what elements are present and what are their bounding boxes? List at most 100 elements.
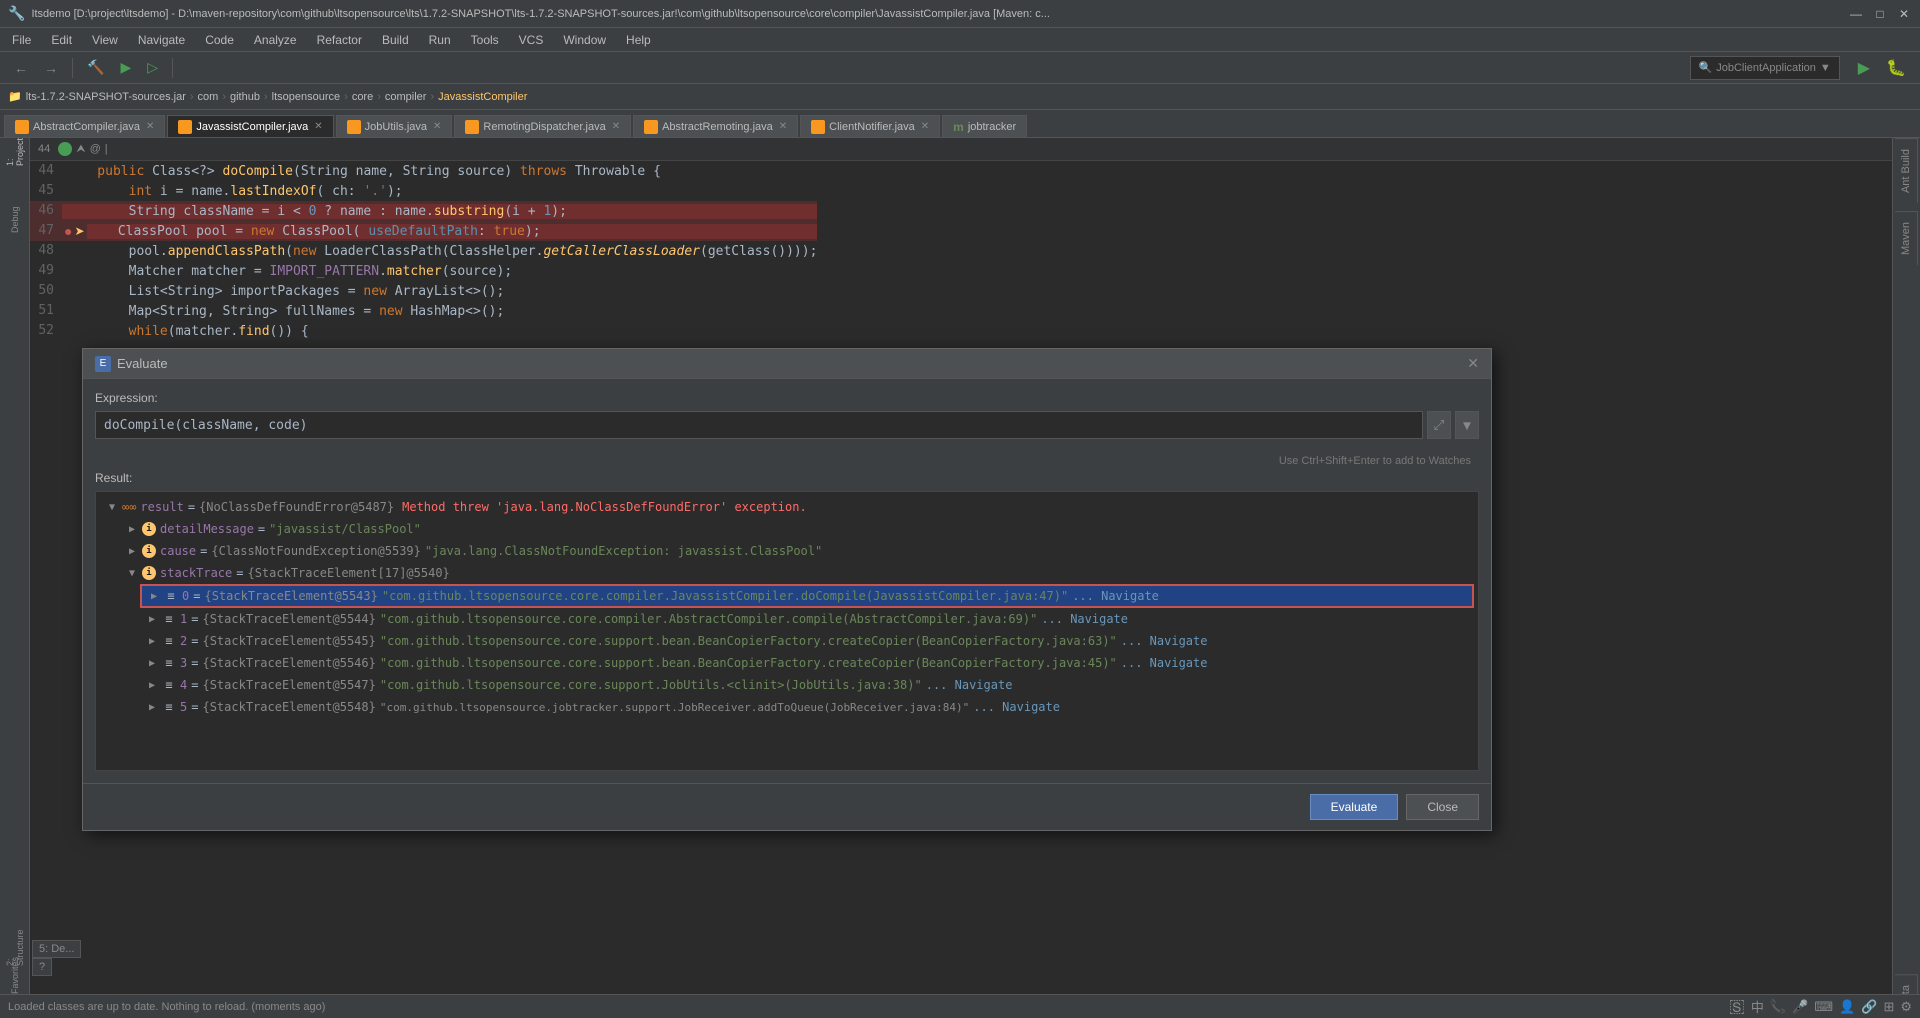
- navigate-5-link[interactable]: ... Navigate: [973, 700, 1060, 714]
- tab-job-utils[interactable]: JobUtils.java ✕: [336, 115, 453, 137]
- tab-abstract-compiler[interactable]: AbstractCompiler.java ✕: [4, 115, 165, 137]
- result-stack-0[interactable]: ▶ ≡ 0 = {StackTraceElement@5543} "com.gi…: [140, 584, 1474, 608]
- menu-edit[interactable]: Edit: [43, 31, 80, 49]
- sidebar-favorites[interactable]: Favorites: [5, 966, 25, 986]
- sidebar-debug[interactable]: Debug: [5, 210, 25, 230]
- breadcrumb-com[interactable]: com: [198, 91, 219, 103]
- forward-btn[interactable]: →: [38, 58, 64, 78]
- tab-close-abstract-compiler[interactable]: ✕: [146, 121, 154, 132]
- tray-mic-icon[interactable]: 🎤: [1792, 999, 1808, 1015]
- left-sidebar: 1: Project Debug 2: Structure Favorites …: [0, 138, 30, 1018]
- expand-stack2-btn[interactable]: ▶: [144, 633, 160, 649]
- menu-vcs[interactable]: VCS: [511, 31, 552, 49]
- tab-javassist-compiler[interactable]: JavassistCompiler.java ✕: [167, 115, 333, 137]
- tab-jobtracker[interactable]: m jobtracker: [942, 115, 1027, 137]
- tray-phone-icon[interactable]: 📞: [1770, 999, 1786, 1015]
- dialog-title: E Evaluate: [95, 356, 168, 372]
- breadcrumb-class[interactable]: JavassistCompiler: [438, 91, 527, 103]
- tray-apps-icon[interactable]: ⊞: [1883, 999, 1894, 1015]
- tray-settings-icon[interactable]: ⚙: [1900, 999, 1912, 1015]
- expand-stack3-btn[interactable]: ▶: [144, 655, 160, 671]
- result-stack-3[interactable]: ▶ ≡ 3 = {StackTraceElement@5546} "com.gi…: [140, 652, 1474, 674]
- expr-dropdown-btn[interactable]: ▼: [1455, 411, 1479, 439]
- sidebar-structure[interactable]: 2: Structure: [5, 938, 25, 958]
- result-stack-2[interactable]: ▶ ≡ 2 = {StackTraceElement@5545} "com.gi…: [140, 630, 1474, 652]
- expression-input[interactable]: [95, 411, 1423, 439]
- menu-view[interactable]: View: [84, 31, 126, 49]
- back-btn[interactable]: ←: [8, 58, 34, 78]
- menu-run[interactable]: Run: [421, 31, 459, 49]
- tab-abstract-remoting[interactable]: AbstractRemoting.java ✕: [633, 115, 798, 137]
- expand-stack0-btn[interactable]: ▶: [146, 588, 162, 604]
- expand-stack1-btn[interactable]: ▶: [144, 611, 160, 627]
- tab-close-client-notifier[interactable]: ✕: [921, 121, 929, 132]
- expand-stack5-btn[interactable]: ▶: [144, 699, 160, 715]
- menu-analyze[interactable]: Analyze: [246, 31, 305, 49]
- info-icon-detail: i: [142, 522, 156, 536]
- menu-refactor[interactable]: Refactor: [309, 31, 370, 49]
- tray-lang-icon[interactable]: 中: [1751, 997, 1764, 1016]
- help-btn[interactable]: ?: [32, 958, 52, 976]
- sidebar-project[interactable]: 1: Project: [5, 142, 25, 162]
- expand-cause-btn[interactable]: ▶: [124, 543, 140, 559]
- result-stack-1[interactable]: ▶ ≡ 1 = {StackTraceElement@5544} "com.gi…: [140, 608, 1474, 630]
- breadcrumb-jar[interactable]: lts-1.7.2-SNAPSHOT-sources.jar: [26, 91, 186, 103]
- tab-close-javassist-compiler[interactable]: ✕: [314, 121, 322, 132]
- maven-tab[interactable]: Maven: [1895, 211, 1918, 265]
- close-btn[interactable]: ✕: [1896, 6, 1912, 22]
- expand-detail-btn[interactable]: ▶: [124, 521, 140, 537]
- tray-keyboard-icon[interactable]: ⌨: [1814, 999, 1833, 1015]
- breadcrumb-core[interactable]: core: [352, 91, 373, 103]
- tab-close-abstract-remoting[interactable]: ✕: [779, 121, 787, 132]
- navigate-4-link[interactable]: ... Navigate: [926, 678, 1013, 692]
- run-btn[interactable]: ▷: [141, 57, 164, 78]
- debug-btn[interactable]: ▶: [114, 57, 137, 78]
- menu-tools[interactable]: Tools: [463, 31, 507, 49]
- ant-build-tab[interactable]: Ant Build: [1895, 138, 1918, 203]
- menu-window[interactable]: Window: [555, 31, 614, 49]
- tab-close-job-utils[interactable]: ✕: [433, 121, 441, 132]
- debug-panel-label[interactable]: 5: De...: [32, 940, 81, 958]
- run-config-btn[interactable]: ▶: [1852, 56, 1876, 80]
- tray-user-icon[interactable]: 👤: [1839, 999, 1855, 1015]
- result-cause[interactable]: ▶ i cause = {ClassNotFoundException@5539…: [120, 540, 1474, 562]
- breadcrumb-lts[interactable]: ltsopensource: [272, 91, 341, 103]
- breadcrumb-github[interactable]: github: [230, 91, 260, 103]
- evaluate-btn[interactable]: Evaluate: [1310, 794, 1399, 820]
- result-area[interactable]: ▼ ∞∞ result = {NoClassDefFoundError@5487…: [95, 491, 1479, 771]
- maximize-btn[interactable]: □: [1872, 6, 1888, 22]
- navigate-1-link[interactable]: ... Navigate: [1041, 612, 1128, 626]
- expand-root-btn[interactable]: ▼: [104, 499, 120, 515]
- expand-stack4-btn[interactable]: ▶: [144, 677, 160, 693]
- tab-close-remoting-dispatcher[interactable]: ✕: [612, 121, 620, 132]
- navigate-3-link[interactable]: ... Navigate: [1121, 656, 1208, 670]
- build-btn[interactable]: 🔨: [81, 57, 110, 78]
- dialog-close-footer-btn[interactable]: Close: [1406, 794, 1479, 820]
- menu-help[interactable]: Help: [618, 31, 659, 49]
- tab-icon-remoting-dispatcher: [465, 120, 479, 134]
- result-stack-4[interactable]: ▶ ≡ 4 = {StackTraceElement@5547} "com.gi…: [140, 674, 1474, 696]
- dialog-icon: E: [95, 356, 111, 372]
- tab-client-notifier[interactable]: ClientNotifier.java ✕: [800, 115, 940, 137]
- result-root[interactable]: ▼ ∞∞ result = {NoClassDefFoundError@5487…: [100, 496, 1474, 518]
- tray-s-icon[interactable]: 🇸: [1729, 996, 1745, 1017]
- tray-share-icon[interactable]: 🔗: [1861, 999, 1877, 1015]
- result-stack-5[interactable]: ▶ ≡ 5 = {StackTraceElement@5548} "com.gi…: [140, 696, 1474, 718]
- menu-file[interactable]: File: [4, 31, 39, 49]
- expr-expand-btn[interactable]: ⤢: [1427, 411, 1451, 439]
- expand-stacktrace-btn[interactable]: ▼: [124, 565, 140, 581]
- minimize-btn[interactable]: —: [1848, 6, 1864, 22]
- menu-navigate[interactable]: Navigate: [130, 31, 193, 49]
- status-bar: Loaded classes are up to date. Nothing t…: [0, 994, 1920, 1018]
- menu-build[interactable]: Build: [374, 31, 417, 49]
- breadcrumb-compiler[interactable]: compiler: [385, 91, 427, 103]
- debug-config-btn[interactable]: 🐛: [1880, 56, 1912, 80]
- navigate-0-link[interactable]: ... Navigate: [1072, 589, 1159, 603]
- menu-code[interactable]: Code: [197, 31, 242, 49]
- navigate-2-link[interactable]: ... Navigate: [1121, 634, 1208, 648]
- dialog-close-btn[interactable]: ✕: [1467, 355, 1479, 372]
- tab-remoting-dispatcher[interactable]: RemotingDispatcher.java ✕: [454, 115, 631, 137]
- result-stacktrace[interactable]: ▼ i stackTrace = {StackTraceElement[17]@…: [120, 562, 1474, 584]
- code-line-50: List<String> importPackages = new ArrayL…: [62, 284, 504, 299]
- result-detail-message[interactable]: ▶ i detailMessage = "javassist/ClassPool…: [120, 518, 1474, 540]
